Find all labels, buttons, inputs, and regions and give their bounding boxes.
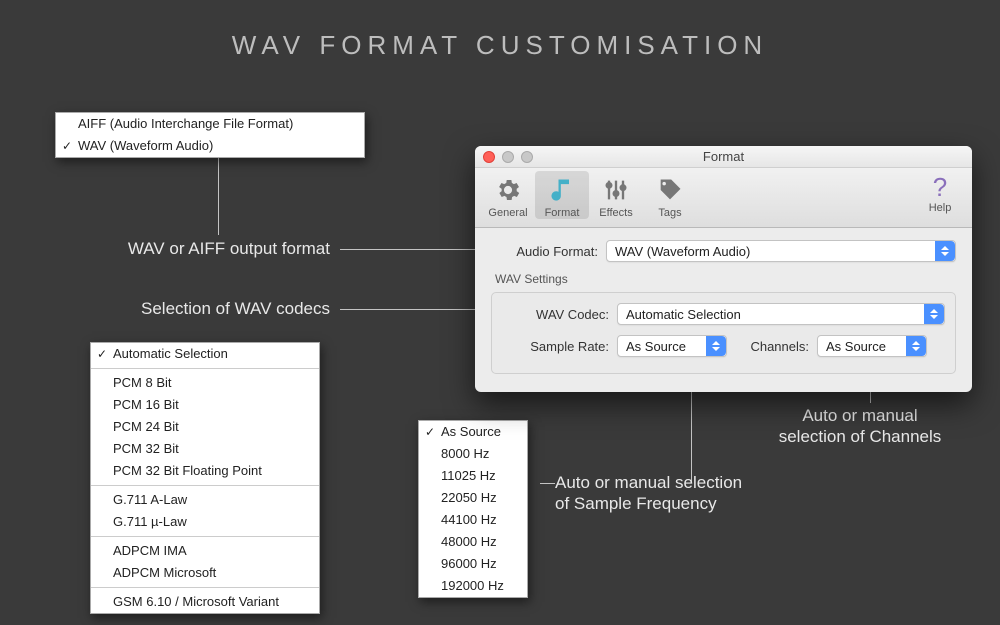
help-icon: ? xyxy=(918,172,962,202)
sample-rate-menu-popup: As Source 8000 Hz 11025 Hz 22050 Hz 4410… xyxy=(418,420,528,598)
window-title: Format xyxy=(703,149,744,164)
select-value: As Source xyxy=(826,339,886,354)
select-value: WAV (Waveform Audio) xyxy=(615,244,750,259)
codec-menu-item[interactable]: PCM 32 Bit xyxy=(91,438,319,460)
select-arrows-icon xyxy=(706,336,726,356)
format-menu-item-aiff[interactable]: AIFF (Audio Interchange File Format) xyxy=(56,113,364,135)
tab-label: Format xyxy=(545,207,580,219)
connector-line xyxy=(340,309,490,310)
annotation-sample-rate: Auto or manual selectionof Sample Freque… xyxy=(555,472,755,515)
select-arrows-icon xyxy=(935,241,955,261)
window-titlebar[interactable]: Format xyxy=(475,146,972,168)
connector-line xyxy=(218,155,219,235)
codec-menu-item[interactable]: PCM 24 Bit xyxy=(91,416,319,438)
format-menu-item-wav[interactable]: WAV (Waveform Audio) xyxy=(56,135,364,157)
codec-menu-item[interactable]: PCM 32 Bit Floating Point xyxy=(91,460,319,482)
rate-menu-item[interactable]: 11025 Hz xyxy=(419,465,527,487)
tab-effects[interactable]: Effects xyxy=(589,171,643,219)
sample-rate-select[interactable]: As Source xyxy=(617,335,727,357)
select-value: Automatic Selection xyxy=(626,307,741,322)
menu-separator xyxy=(91,587,319,588)
window-close-button[interactable] xyxy=(483,151,495,163)
tab-general[interactable]: General xyxy=(481,171,535,219)
select-value: As Source xyxy=(626,339,686,354)
sample-rate-label: Sample Rate: xyxy=(502,339,617,354)
rate-menu-item[interactable]: 48000 Hz xyxy=(419,531,527,553)
annotation-channels: Auto or manualselection of Channels xyxy=(765,405,955,448)
tag-icon xyxy=(655,175,685,205)
tab-label: Effects xyxy=(599,207,632,219)
audio-format-select[interactable]: WAV (Waveform Audio) xyxy=(606,240,956,262)
codec-menu-popup: Automatic Selection PCM 8 Bit PCM 16 Bit… xyxy=(90,342,320,614)
tab-label: Help xyxy=(929,202,952,214)
audio-format-label: Audio Format: xyxy=(491,244,606,259)
preferences-toolbar: General Format Effects Tags ? Help xyxy=(475,168,972,228)
gear-icon xyxy=(493,175,523,205)
annotation-codec: Selection of WAV codecs xyxy=(40,298,330,319)
tab-format[interactable]: Format xyxy=(535,171,589,219)
sliders-icon xyxy=(601,175,631,205)
annotation-format: WAV or AIFF output format xyxy=(40,238,330,259)
wav-codec-label: WAV Codec: xyxy=(502,307,617,322)
codec-menu-item[interactable]: GSM 6.10 / Microsoft Variant xyxy=(91,591,319,613)
rate-menu-item[interactable]: 44100 Hz xyxy=(419,509,527,531)
rate-menu-item[interactable]: 192000 Hz xyxy=(419,575,527,597)
wav-settings-group: WAV Codec: Automatic Selection Sample Ra… xyxy=(491,292,956,374)
tab-tags[interactable]: Tags xyxy=(643,171,697,219)
tab-help[interactable]: ? Help xyxy=(918,172,962,214)
format-menu-popup: AIFF (Audio Interchange File Format) WAV… xyxy=(55,112,365,158)
menu-separator xyxy=(91,536,319,537)
codec-menu-item[interactable]: PCM 8 Bit xyxy=(91,372,319,394)
tab-label: General xyxy=(488,207,527,219)
select-arrows-icon xyxy=(906,336,926,356)
window-zoom-button[interactable] xyxy=(521,151,533,163)
select-arrows-icon xyxy=(924,304,944,324)
menu-separator xyxy=(91,368,319,369)
page-title: WAV FORMAT CUSTOMISATION xyxy=(0,30,1000,61)
rate-menu-item[interactable]: 22050 Hz xyxy=(419,487,527,509)
tab-label: Tags xyxy=(658,207,681,219)
rate-menu-item[interactable]: As Source xyxy=(419,421,527,443)
codec-menu-item[interactable]: G.711 A-Law xyxy=(91,489,319,511)
codec-menu-item[interactable]: Automatic Selection xyxy=(91,343,319,365)
codec-menu-item[interactable]: G.711 µ-Law xyxy=(91,511,319,533)
format-preferences-window: Format General Format Effects Tags xyxy=(475,146,972,392)
channels-label: Channels: xyxy=(727,339,817,354)
music-note-icon xyxy=(547,175,577,205)
wav-settings-group-label: WAV Settings xyxy=(495,272,956,286)
rate-menu-item[interactable]: 8000 Hz xyxy=(419,443,527,465)
channels-select[interactable]: As Source xyxy=(817,335,927,357)
menu-separator xyxy=(91,485,319,486)
codec-menu-item[interactable]: ADPCM Microsoft xyxy=(91,562,319,584)
connector-line xyxy=(340,249,490,250)
window-minimize-button[interactable] xyxy=(502,151,514,163)
preferences-content: Audio Format: WAV (Waveform Audio) WAV S… xyxy=(475,228,972,392)
codec-menu-item[interactable]: ADPCM IMA xyxy=(91,540,319,562)
rate-menu-item[interactable]: 96000 Hz xyxy=(419,553,527,575)
wav-codec-select[interactable]: Automatic Selection xyxy=(617,303,945,325)
connector-line xyxy=(540,483,555,484)
codec-menu-item[interactable]: PCM 16 Bit xyxy=(91,394,319,416)
